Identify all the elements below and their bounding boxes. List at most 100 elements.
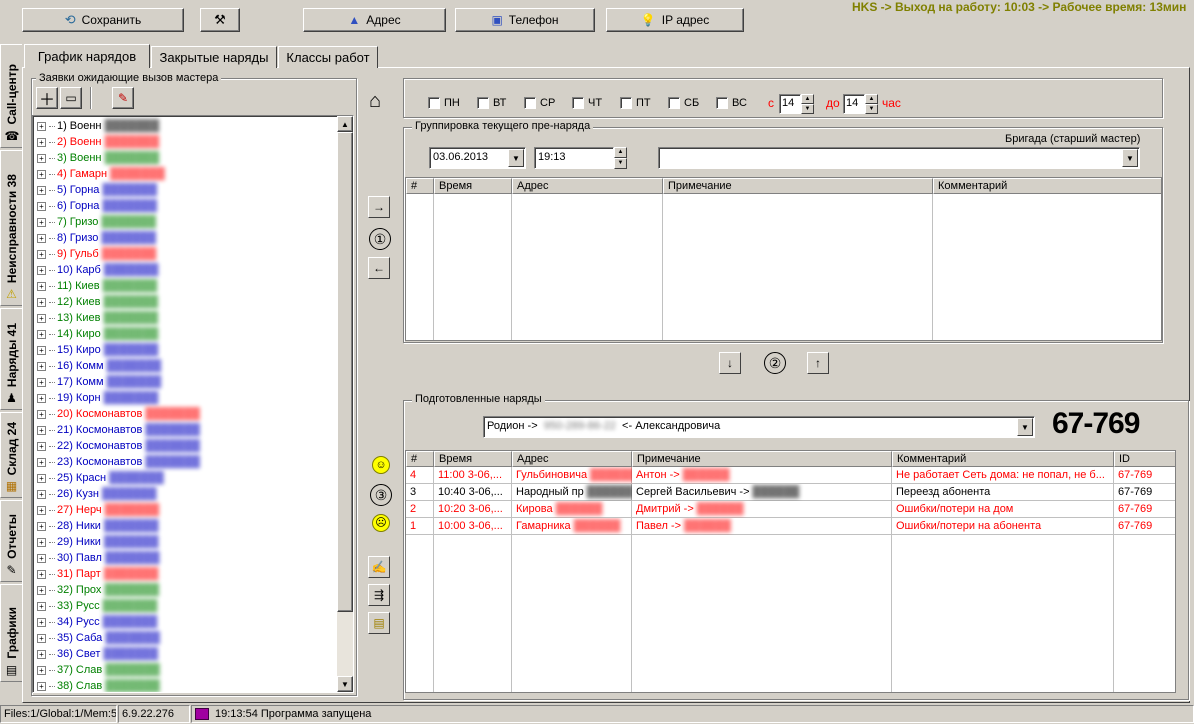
smiley-happy-icon[interactable]: ☺ xyxy=(372,456,390,474)
day-checkbox[interactable]: СР xyxy=(524,97,555,109)
list-item[interactable]: +4) Гамарн ███████ xyxy=(33,166,165,182)
list-item[interactable]: +15) Киро ███████ xyxy=(33,342,158,358)
side-tab-reports[interactable]: Отчеты ✎ xyxy=(0,500,22,582)
tab-schedule[interactable]: График нарядов xyxy=(24,44,150,68)
list-item[interactable]: +25) Красн ███████ xyxy=(33,470,164,486)
to-hour-input[interactable]: 14 xyxy=(843,94,865,114)
expand-icon[interactable]: + xyxy=(37,233,46,243)
expand-icon[interactable]: + xyxy=(37,393,46,403)
list-item[interactable]: +5) Горна ███████ xyxy=(33,182,157,198)
list-item[interactable]: +22) Космонавтов ███████ xyxy=(33,438,200,454)
table-row[interactable]: 1 10:00 3-06,... Гамарника ██████ Павел -> … xyxy=(406,518,1175,535)
list-item[interactable]: +1) Военн ███████ xyxy=(33,118,159,134)
column-header[interactable]: ID xyxy=(1114,451,1175,467)
scroll-up-button[interactable]: ▲ xyxy=(337,116,353,132)
pre-order-grid[interactable]: # Время Адрес Примечание Комментарий xyxy=(405,177,1162,341)
expand-icon[interactable]: + xyxy=(37,217,46,227)
prepared-select[interactable]: Родион -> 950-289-86-22 <- Александрович… xyxy=(483,416,1035,438)
table-row[interactable]: 4 11:00 3-06,... Гульбиновича ██████ Антон … xyxy=(406,467,1175,484)
expand-icon[interactable]: + xyxy=(37,297,46,307)
side-tab-charts[interactable]: Графики ▤ xyxy=(0,584,22,682)
list-item[interactable]: +13) Киев ███████ xyxy=(33,310,158,326)
column-header[interactable]: Примечание xyxy=(632,451,892,467)
list-item[interactable]: +2) Военн ███████ xyxy=(33,134,159,150)
list-item[interactable]: +26) Кузн ███████ xyxy=(33,486,157,502)
expand-icon[interactable]: + xyxy=(37,521,46,531)
prepared-dropdown-icon[interactable]: ▼ xyxy=(1017,418,1033,436)
table-row[interactable]: 3 10:40 3-06,... Народный пр ██████ Сергей … xyxy=(406,484,1175,501)
list-item[interactable]: +11) Киев ███████ xyxy=(33,278,157,294)
date-dropdown-icon[interactable]: ▼ xyxy=(508,149,524,167)
list-item[interactable]: +14) Киро ███████ xyxy=(33,326,158,342)
list-item[interactable]: +36) Свет ███████ xyxy=(33,646,158,662)
from-hour-spinner[interactable]: ▲ ▼ xyxy=(801,94,814,114)
save-button[interactable]: ⟲ Сохранить xyxy=(22,8,184,32)
checkbox-icon[interactable] xyxy=(668,97,680,109)
list-item[interactable]: +38) Слав ███████ xyxy=(33,678,160,692)
new-order-icon[interactable]: ⌂ xyxy=(369,90,381,113)
column-header[interactable]: Комментарий xyxy=(933,178,1161,194)
day-checkbox[interactable]: СБ xyxy=(668,97,699,109)
tab-work-classes[interactable]: Классы работ xyxy=(278,46,378,68)
side-tab-call-center[interactable]: Call-центр ☎ xyxy=(0,44,22,148)
expand-icon[interactable]: + xyxy=(37,553,46,563)
column-header[interactable]: Время xyxy=(434,451,512,467)
tree-scrollbar[interactable]: ▲ ▼ xyxy=(337,116,353,692)
expand-icon[interactable]: + xyxy=(37,633,46,643)
brigade-select[interactable]: ▼ xyxy=(658,147,1140,169)
expand-icon[interactable]: + xyxy=(37,681,46,691)
side-tab-warehouse[interactable]: Склад 24 ▦ xyxy=(0,412,22,498)
tools-button[interactable]: ⚒ xyxy=(200,8,240,32)
time-input[interactable]: 19:13 xyxy=(534,147,614,169)
edit-request-button[interactable]: ▭ xyxy=(60,87,82,109)
column-header[interactable]: Комментарий xyxy=(892,451,1114,467)
expand-icon[interactable]: + xyxy=(37,201,46,211)
list-item[interactable]: +16) Комм ███████ xyxy=(33,358,161,374)
column-header[interactable]: Примечание xyxy=(663,178,933,194)
expand-icon[interactable]: + xyxy=(37,345,46,355)
expand-icon[interactable]: + xyxy=(37,585,46,595)
expand-icon[interactable]: + xyxy=(37,169,46,179)
column-header[interactable]: Адрес xyxy=(512,178,663,194)
expand-icon[interactable]: + xyxy=(37,601,46,611)
send-order-button[interactable]: ⇶ xyxy=(368,584,390,606)
checkbox-icon[interactable] xyxy=(477,97,489,109)
scroll-down-button[interactable]: ▼ xyxy=(337,676,353,692)
expand-icon[interactable]: + xyxy=(37,409,46,419)
checkbox-icon[interactable] xyxy=(572,97,584,109)
list-item[interactable]: +10) Карб ███████ xyxy=(33,262,158,278)
expand-icon[interactable]: + xyxy=(37,569,46,579)
side-tab-orders[interactable]: Наряды 41 ♟ xyxy=(0,308,22,410)
expand-icon[interactable]: + xyxy=(37,281,46,291)
expand-icon[interactable]: + xyxy=(37,153,46,163)
list-item[interactable]: +32) Прох ███████ xyxy=(33,582,159,598)
move-right-button[interactable]: → xyxy=(368,196,390,218)
expand-icon[interactable]: + xyxy=(37,441,46,451)
list-item[interactable]: +37) Слав ███████ xyxy=(33,662,160,678)
expand-icon[interactable]: + xyxy=(37,473,46,483)
smiley-sad-icon[interactable]: ☹ xyxy=(372,514,390,532)
list-item[interactable]: +20) Космонавтов ███████ xyxy=(33,406,200,422)
list-item[interactable]: +21) Космонавтов ███████ xyxy=(33,422,200,438)
expand-icon[interactable]: + xyxy=(37,313,46,323)
list-item[interactable]: +23) Космонавтов ███████ xyxy=(33,454,200,470)
list-item[interactable]: +3) Военн ███████ xyxy=(33,150,159,166)
prepared-orders-grid[interactable]: # Время Адрес Примечание Комментарий ID 4 11:00… xyxy=(405,450,1176,693)
list-item[interactable]: +7) Гризо ███████ xyxy=(33,214,156,230)
expand-icon[interactable]: + xyxy=(37,137,46,147)
expand-icon[interactable]: + xyxy=(37,665,46,675)
expand-icon[interactable]: + xyxy=(37,361,46,371)
list-item[interactable]: +35) Саба ███████ xyxy=(33,630,160,646)
address-button[interactable]: ▲ Адрес xyxy=(303,8,446,32)
side-tab-faults[interactable]: Неисправности 38 ⚠ xyxy=(0,150,22,306)
expand-icon[interactable]: + xyxy=(37,649,46,659)
scroll-thumb[interactable] xyxy=(337,132,353,612)
move-left-button[interactable]: ← xyxy=(368,257,390,279)
day-checkbox[interactable]: ПН xyxy=(428,97,460,109)
expand-icon[interactable]: + xyxy=(37,249,46,259)
day-checkbox[interactable]: ЧТ xyxy=(572,97,602,109)
list-item[interactable]: +33) Русс ███████ xyxy=(33,598,157,614)
list-item[interactable]: +12) Киев ███████ xyxy=(33,294,158,310)
day-checkbox[interactable]: ВС xyxy=(716,97,747,109)
column-header[interactable]: # xyxy=(406,178,434,194)
